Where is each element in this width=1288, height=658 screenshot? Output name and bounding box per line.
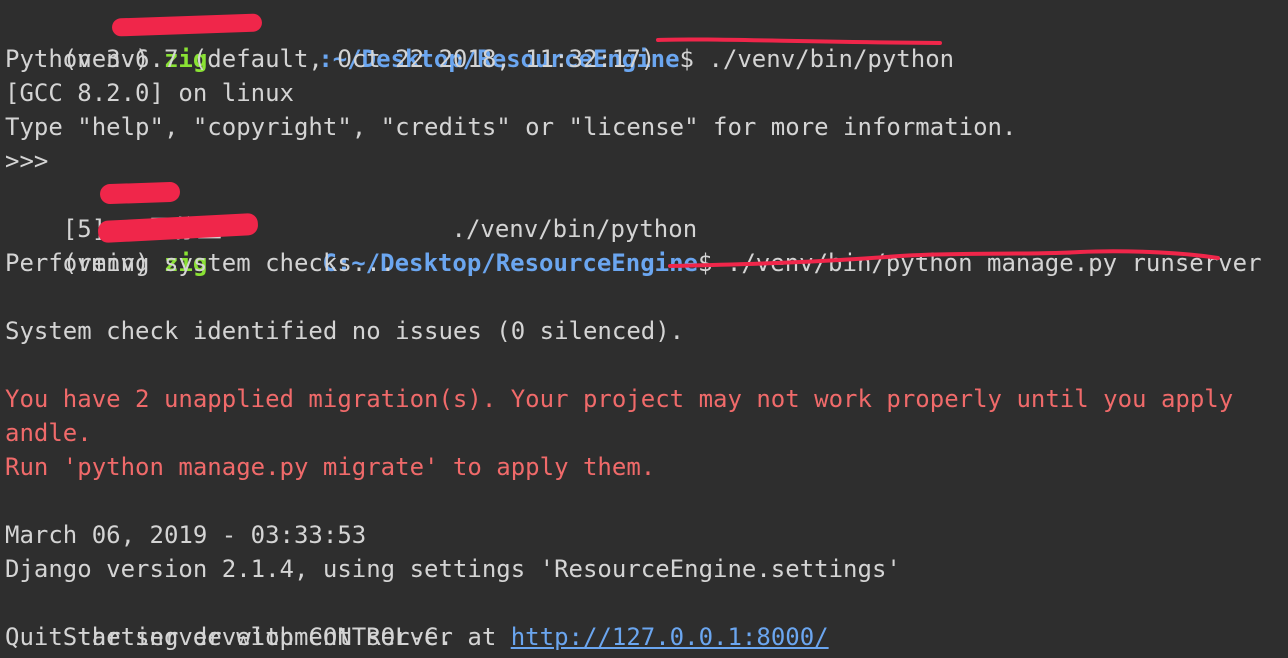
output-help: Type "help", "copyright", "credits" or "… [5, 113, 1017, 141]
server-url-link[interactable]: http://127.0.0.1:8000/ [511, 623, 829, 651]
warning-migrations-cont: andle. [5, 419, 92, 447]
command-text: ./venv/bin/python manage.py runserver [726, 249, 1262, 277]
prompt-path: ~/Desktop/ResourceEngine [351, 249, 698, 277]
output-no-issues: System check identified no issues (0 sil… [5, 317, 685, 345]
terminal-window[interactable]: (venv) zig:~/Desktop/ResourceEngine$ ./v… [0, 0, 1288, 658]
output-quit: Quit the server with CONTROL-C. [5, 623, 453, 651]
output-starting-server: Starting development server at http://12… [5, 586, 829, 651]
prompt-dollar: $ [679, 45, 709, 73]
command-text: ./venv/bin/python [708, 45, 955, 73]
output-django-version: Django version 2.1.4, using settings 'Re… [5, 555, 901, 583]
output-system-checks: Performing system checks... [5, 249, 396, 277]
python-repl-prompt: >>> [5, 147, 49, 175]
prompt-dollar: $ [698, 249, 727, 277]
output-date: March 06, 2019 - 03:33:53 [5, 521, 367, 549]
redaction-mark [99, 181, 181, 205]
warning-run-migrate: Run 'python manage.py migrate' to apply … [5, 453, 656, 481]
warning-migrations: You have 2 unapplied migration(s). Your … [5, 385, 1234, 413]
output-python-version: Python 3.6.7 (default, Oct 22 2018, 11:3… [5, 45, 656, 73]
output-gcc: [GCC 8.2.0] on linux [5, 79, 294, 107]
